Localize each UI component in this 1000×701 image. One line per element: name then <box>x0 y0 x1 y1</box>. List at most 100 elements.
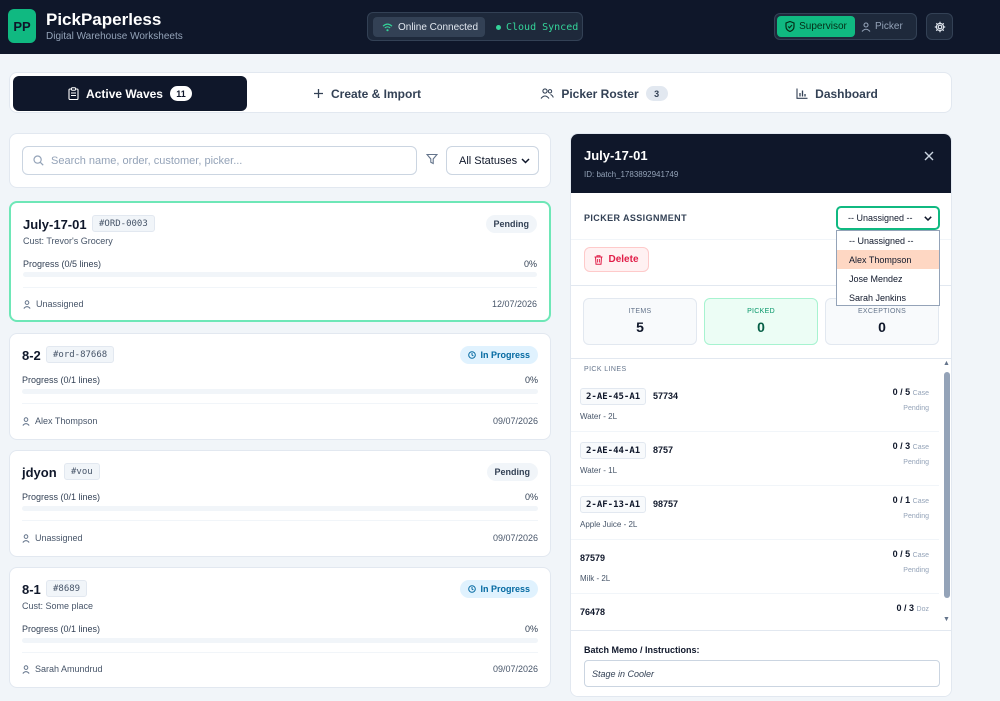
assignment-option[interactable]: Alex Thompson <box>837 250 939 269</box>
assignment-option[interactable]: Sarah Jenkins <box>837 288 939 307</box>
wave-date: 09/07/2026 <box>492 533 538 543</box>
picker-role-button[interactable]: Picker <box>861 16 913 37</box>
order-tag: #8689 <box>46 580 88 597</box>
card-divider <box>22 403 538 404</box>
quantity-value: 0 / 5 <box>892 387 911 397</box>
picker-info: Sarah Amundrud <box>22 664 103 674</box>
clock-icon <box>468 351 477 359</box>
wave-card[interactable]: 8-2 #ord-87668 In Progress Progress (0/1… <box>9 333 551 440</box>
location-tag: 2-AE-44-A1 <box>580 442 647 459</box>
quantity: 0 / 1 Case <box>893 495 929 505</box>
detail-title: July-17-01 <box>584 148 648 163</box>
supervisor-role-button[interactable]: Supervisor <box>777 16 855 37</box>
customer-label: Cust: Some place <box>22 601 94 611</box>
sync-dot-icon <box>496 24 501 30</box>
progress-label: Progress (0/5 lines) <box>23 259 102 269</box>
pick-line-row[interactable]: 2-AE-44-A1 8757 Water - 1L 0 / 3 Case Pe… <box>571 432 939 486</box>
unit: Doz <box>916 606 929 613</box>
sku: 8757 <box>653 445 674 455</box>
app-logo: PP <box>8 9 36 43</box>
wave-filter-bar: All Statuses <box>9 133 551 188</box>
picker-assignment-menu: -- Unassigned -- Alex Thompson Jose Mend… <box>836 230 940 306</box>
stat-value: 5 <box>636 319 644 335</box>
wave-card[interactable]: July-17-01 #ORD-0003 Cust: Trevor's Groc… <box>9 201 551 322</box>
supervisor-label: Supervisor <box>799 21 847 32</box>
delete-button[interactable]: Delete <box>584 247 649 272</box>
tab-label: Active Waves <box>86 86 163 101</box>
search-input[interactable] <box>51 154 401 167</box>
scroll-up-icon[interactable]: ▲ <box>943 360 950 367</box>
tab-active-waves[interactable]: Active Waves 11 <box>13 76 247 111</box>
status-label: In Progress <box>480 584 530 594</box>
settings-button[interactable] <box>926 13 953 40</box>
scroll-thumb[interactable] <box>944 372 950 598</box>
stat-value: 0 <box>757 319 765 335</box>
tab-create-import[interactable]: Create & Import <box>250 76 484 111</box>
assignment-value: -- Unassigned -- <box>848 213 913 223</box>
quantity: 0 / 3 Case <box>893 441 929 451</box>
pick-line-row[interactable]: 87579 Milk - 2L 0 / 5 Case Pending <box>571 540 939 594</box>
plus-icon <box>313 89 323 98</box>
picker-label: Picker <box>875 21 903 32</box>
picker-name: Unassigned <box>35 533 83 543</box>
status-filter-select[interactable]: All Statuses <box>446 146 539 175</box>
tab-count-badge: 11 <box>169 86 192 101</box>
scroll-down-icon[interactable]: ▼ <box>943 616 950 623</box>
status-label: Pending <box>494 467 531 477</box>
connection-status: Online Connected Cloud Synced <box>367 12 583 41</box>
clock-icon <box>468 585 477 593</box>
stat-label: ITEMS <box>628 308 652 315</box>
status-filter-value: All Statuses <box>459 154 518 167</box>
line-status: Pending <box>903 567 929 574</box>
assignment-option[interactable]: Jose Mendez <box>837 269 939 288</box>
pick-lines-scrollbar[interactable]: ▲ ▼ <box>942 360 951 628</box>
user-icon <box>861 21 871 32</box>
user-icon <box>22 416 30 426</box>
order-tag: #ORD-0003 <box>92 215 155 232</box>
wave-card[interactable]: jdyon #vou Pending Progress (0/1 lines) … <box>9 450 551 557</box>
unit: Case <box>912 498 929 505</box>
stat-label: EXCEPTIONS <box>857 308 907 315</box>
user-icon <box>22 664 30 674</box>
memo-label: Batch Memo / Instructions: <box>584 645 700 655</box>
tab-picker-roster[interactable]: Picker Roster 3 <box>487 76 721 111</box>
close-icon[interactable] <box>922 149 936 163</box>
wave-card[interactable]: 8-1 #8689 Cust: Some place In Progress P… <box>9 567 551 688</box>
top-bar: PP PickPaperless Digital Warehouse Works… <box>0 0 1000 54</box>
picker-info: Unassigned <box>23 299 84 309</box>
batch-memo-section: Batch Memo / Instructions: Stage in Cool… <box>571 630 951 696</box>
picker-assignment-select[interactable]: -- Unassigned -- <box>836 206 940 230</box>
memo-input[interactable]: Stage in Cooler <box>584 660 940 687</box>
progress-percent: 0% <box>523 259 537 269</box>
tab-count-badge: 3 <box>645 86 668 101</box>
tab-dashboard[interactable]: Dashboard <box>724 76 950 111</box>
progress-bar <box>22 506 538 511</box>
pick-line-row[interactable]: 2-AE-45-A1 57734 Water - 2L 0 / 5 Case P… <box>571 378 939 432</box>
order-tag: #ord-87668 <box>46 346 115 363</box>
wave-date: 09/07/2026 <box>492 416 538 426</box>
card-divider <box>22 652 538 653</box>
location-tag: 2-AE-45-A1 <box>580 388 647 405</box>
tab-label: Picker Roster <box>561 86 639 101</box>
search-icon <box>33 155 44 166</box>
pick-lines-heading: PICK LINES <box>584 366 627 373</box>
pick-line-row[interactable]: 2-AF-13-A1 98757 Apple Juice - 2L 0 / 1 … <box>571 486 939 540</box>
progress-bar <box>22 638 538 643</box>
users-icon <box>540 88 555 99</box>
location-tag: 2-AF-13-A1 <box>580 496 647 513</box>
picker-name: Sarah Amundrud <box>35 664 103 674</box>
app-subtitle: Digital Warehouse Worksheets <box>46 31 183 42</box>
assignment-option[interactable]: -- Unassigned -- <box>837 231 939 250</box>
status-badge: Pending <box>486 463 538 481</box>
shield-icon <box>785 21 795 32</box>
progress-bar <box>23 272 537 277</box>
tab-label: Create & Import <box>330 86 422 101</box>
filter-icon[interactable] <box>426 153 438 165</box>
item-description: Water - 1L <box>580 466 618 475</box>
trash-icon <box>594 254 603 265</box>
gear-icon <box>934 21 945 32</box>
sku: 98757 <box>653 499 679 509</box>
wave-date: 09/07/2026 <box>492 664 538 674</box>
progress-percent: 0% <box>524 375 538 385</box>
item-description: Apple Juice - 2L <box>580 520 638 529</box>
